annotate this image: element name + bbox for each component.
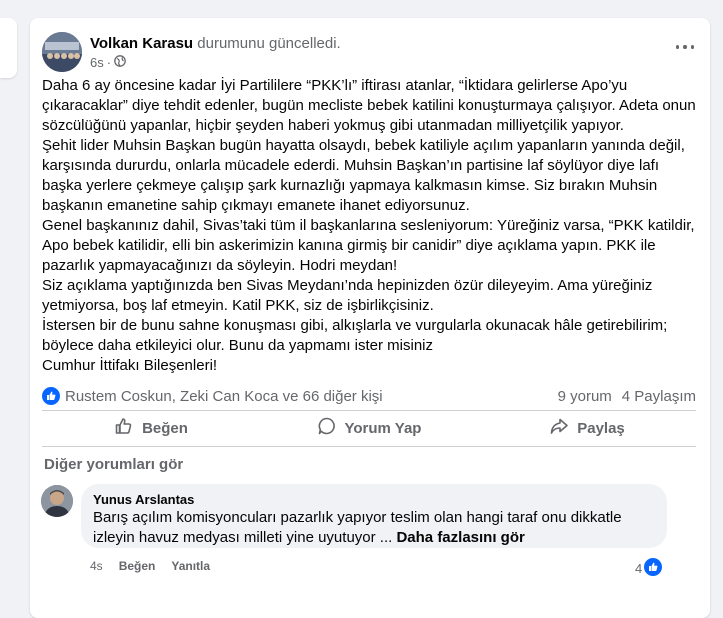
- post-meta: 6s ·: [90, 55, 126, 70]
- reactions-row: Rustem Coskun, Zeki Can Koca ve 66 diğer…: [42, 385, 696, 407]
- comment-bubble: Yunus Arslantas Barış açılım komisyoncul…: [81, 484, 667, 548]
- post-time[interactable]: 6s: [90, 55, 104, 70]
- post-paragraph: İstersen bir de bunu sahne konuşması gib…: [42, 317, 668, 354]
- see-more-link[interactable]: Daha fazlasını gör: [396, 529, 524, 546]
- like-reaction-icon: [644, 558, 663, 579]
- author-name[interactable]: Volkan Karasu: [90, 35, 193, 52]
- more-icon[interactable]: [674, 40, 696, 54]
- comment-body: Barış açılım komisyoncuları pazarlık yap…: [93, 509, 622, 546]
- comment-text: Barış açılım komisyoncuları pazarlık yap…: [93, 508, 653, 548]
- post-paragraph: Siz açıklama yaptığınızda ben Sivas Meyd…: [42, 277, 653, 314]
- comment-author[interactable]: Yunus Arslantas: [93, 492, 194, 507]
- comments-count[interactable]: 9 yorum: [558, 388, 612, 405]
- comment-time[interactable]: 4s: [90, 559, 103, 573]
- divider: [42, 446, 696, 447]
- post-actions: Beğen Yorum Yap Paylaş: [42, 415, 696, 441]
- share-button[interactable]: Paylaş: [478, 415, 696, 441]
- like-icon: [114, 416, 134, 440]
- like-button[interactable]: Beğen: [42, 415, 260, 441]
- like-reaction-icon[interactable]: [42, 387, 60, 405]
- like-label: Beğen: [142, 419, 188, 437]
- post-card: Volkan Karasu durumunu güncelledi. 6s · …: [30, 18, 710, 618]
- comment-like-button[interactable]: Beğen: [119, 559, 156, 573]
- post-paragraph: Şehit lider Muhsin Başkan bugün hayatta …: [42, 137, 685, 214]
- share-icon: [549, 416, 569, 440]
- commenter-avatar[interactable]: [41, 485, 73, 517]
- comment-actions: 4s Beğen Yanıtla: [90, 559, 210, 573]
- post-paragraph: Daha 6 ay öncesine kadar İyi Partililere…: [42, 77, 696, 134]
- author-avatar[interactable]: [42, 32, 82, 72]
- previous-card-edge: [0, 18, 17, 78]
- share-label: Paylaş: [577, 419, 625, 437]
- comment-reactions[interactable]: 4: [635, 558, 663, 579]
- post-paragraph: Cumhur İttifakı Bileşenleri!: [42, 357, 218, 374]
- shares-count[interactable]: 4 Paylaşım: [622, 388, 696, 405]
- post-text: Daha 6 ay öncesine kadar İyi Partililere…: [42, 76, 700, 376]
- reactions-text[interactable]: Rustem Coskun, Zeki Can Koca ve 66 diğer…: [65, 388, 383, 405]
- comment-reaction-count: 4: [635, 561, 643, 576]
- comment-button[interactable]: Yorum Yap: [260, 415, 478, 441]
- post-paragraph: Genel başkanınız dahil, Sivas’taki tüm i…: [42, 217, 695, 274]
- comment-icon: [317, 416, 337, 440]
- comment-label: Yorum Yap: [344, 419, 422, 437]
- globe-icon: [114, 55, 126, 70]
- divider: [42, 410, 696, 411]
- comment-reply-button[interactable]: Yanıtla: [171, 559, 210, 573]
- author-action: durumunu güncelledi.: [197, 35, 341, 52]
- view-more-comments[interactable]: Diğer yorumları gör: [44, 456, 183, 473]
- author-line: Volkan Karasu durumunu güncelledi.: [90, 35, 341, 52]
